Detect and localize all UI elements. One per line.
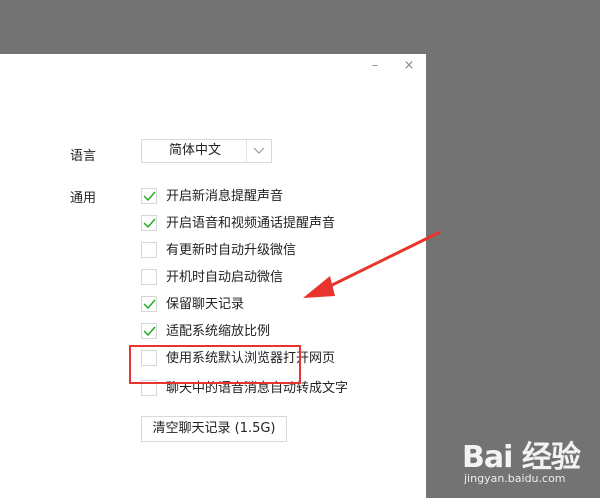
watermark-logo: Bai 经验 [462,440,581,475]
highlight-arrow [303,230,441,298]
watermark: Bai 经验 jingyan.baidu.com [458,432,598,494]
watermark-url: jingyan.baidu.com [464,472,566,485]
